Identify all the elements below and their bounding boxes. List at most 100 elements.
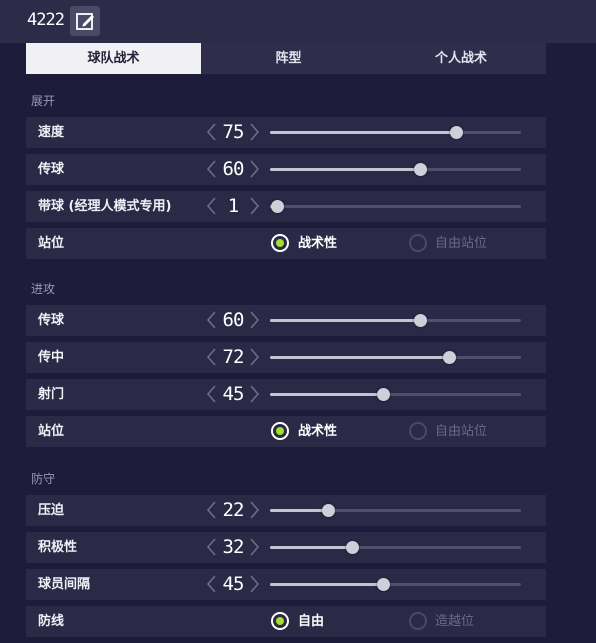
radio-offside-trap-label[interactable]: 造越位 bbox=[435, 606, 474, 637]
edit-icon bbox=[76, 13, 94, 30]
setting-label: 防线 bbox=[38, 614, 65, 629]
chevron-right-icon[interactable] bbox=[247, 498, 261, 522]
chevron-left-icon[interactable] bbox=[205, 308, 219, 332]
radio-free-position-label[interactable]: 自由站位 bbox=[435, 416, 487, 447]
setting-value: 1 bbox=[227, 195, 239, 217]
chevron-left-icon[interactable] bbox=[205, 345, 219, 369]
slider[interactable] bbox=[270, 126, 521, 139]
slider-fill bbox=[270, 356, 449, 359]
chevron-right-icon[interactable] bbox=[247, 535, 261, 559]
chevron-left-icon[interactable] bbox=[205, 498, 219, 522]
slider-thumb[interactable] bbox=[377, 578, 391, 591]
slider[interactable] bbox=[270, 504, 521, 517]
slider-thumb[interactable] bbox=[271, 200, 285, 213]
setting-row-shoot: 射门 45 bbox=[26, 379, 546, 410]
setting-row-pressure: 压迫 22 bbox=[26, 495, 546, 526]
slider-thumb[interactable] bbox=[442, 351, 456, 364]
slider-fill bbox=[270, 509, 329, 512]
edit-button[interactable] bbox=[70, 6, 100, 36]
chevron-right-icon[interactable] bbox=[247, 157, 261, 181]
setting-label: 压迫 bbox=[38, 503, 65, 518]
slider-fill bbox=[270, 131, 456, 134]
slider[interactable] bbox=[270, 314, 521, 327]
slider-thumb[interactable] bbox=[413, 163, 427, 176]
chevron-left-icon[interactable] bbox=[205, 194, 219, 218]
slider-thumb[interactable] bbox=[346, 541, 360, 554]
setting-label: 射门 bbox=[38, 387, 65, 402]
section-title-attack: 进攻 bbox=[31, 282, 56, 296]
slider[interactable] bbox=[270, 388, 521, 401]
setting-value: 60 bbox=[222, 309, 245, 331]
setting-value: 75 bbox=[222, 121, 245, 143]
setting-label: 传球 bbox=[38, 162, 65, 177]
setting-row-speed: 速度 75 bbox=[26, 117, 546, 148]
tab-bar: 球队战术 阵型 个人战术 bbox=[26, 43, 546, 74]
setting-row-spacing: 球员间隔 45 bbox=[26, 569, 546, 600]
setting-label: 球员间隔 bbox=[38, 577, 91, 592]
section-title-unfold: 展开 bbox=[31, 94, 56, 108]
slider-fill bbox=[270, 393, 384, 396]
setting-row-attack-pass: 传球 60 bbox=[26, 305, 546, 336]
top-bar: 4222 bbox=[0, 0, 596, 43]
setting-label: 传中 bbox=[38, 350, 65, 365]
slider-fill bbox=[270, 168, 420, 171]
setting-row-pass: 传球 60 bbox=[26, 154, 546, 185]
setting-row-attack-position: 站位 战术性 自由站位 bbox=[26, 416, 546, 447]
setting-row-dribble: 带球 (经理人模式专用) 1 bbox=[26, 191, 546, 222]
setting-row-aggression: 积极性 32 bbox=[26, 532, 546, 563]
setting-row-defense-line: 防线 自由 造越位 bbox=[26, 606, 546, 637]
setting-value: 22 bbox=[222, 499, 245, 521]
chevron-right-icon[interactable] bbox=[247, 382, 261, 406]
slider[interactable] bbox=[270, 200, 521, 213]
setting-value: 32 bbox=[222, 536, 245, 558]
setting-value: 45 bbox=[222, 383, 245, 405]
tab-individual-tactics[interactable]: 个人战术 bbox=[376, 43, 546, 74]
slider[interactable] bbox=[270, 351, 521, 364]
slider[interactable] bbox=[270, 578, 521, 591]
slider-thumb[interactable] bbox=[377, 388, 391, 401]
chevron-right-icon[interactable] bbox=[247, 572, 261, 596]
slider-fill bbox=[270, 319, 420, 322]
slider-thumb[interactable] bbox=[449, 126, 463, 139]
section-title-defense: 防守 bbox=[31, 472, 56, 486]
setting-label: 站位 bbox=[38, 424, 65, 439]
setting-row-position: 站位 战术性 自由站位 bbox=[26, 228, 546, 259]
radio-tactical[interactable] bbox=[271, 422, 289, 440]
setting-label: 站位 bbox=[38, 236, 65, 251]
chevron-left-icon[interactable] bbox=[205, 572, 219, 596]
setting-label: 带球 (经理人模式专用) bbox=[38, 199, 172, 214]
tab-formation[interactable]: 阵型 bbox=[201, 43, 376, 74]
chevron-left-icon[interactable] bbox=[205, 535, 219, 559]
radio-free-label[interactable]: 自由 bbox=[298, 606, 324, 637]
setting-value: 60 bbox=[222, 158, 245, 180]
chevron-right-icon[interactable] bbox=[247, 345, 261, 369]
chevron-left-icon[interactable] bbox=[205, 157, 219, 181]
radio-tactical-label[interactable]: 战术性 bbox=[298, 416, 337, 447]
radio-tactical[interactable] bbox=[271, 234, 289, 252]
setting-label: 积极性 bbox=[38, 540, 78, 555]
slider-thumb[interactable] bbox=[413, 314, 427, 327]
setting-row-cross: 传中 72 bbox=[26, 342, 546, 373]
chevron-right-icon[interactable] bbox=[247, 120, 261, 144]
radio-free-position[interactable] bbox=[409, 234, 427, 252]
radio-free-position-label[interactable]: 自由站位 bbox=[435, 228, 487, 259]
setting-value: 72 bbox=[222, 346, 245, 368]
radio-offside-trap[interactable] bbox=[409, 612, 427, 630]
slider-fill bbox=[270, 583, 384, 586]
radio-free-position[interactable] bbox=[409, 422, 427, 440]
slider-thumb[interactable] bbox=[322, 504, 336, 517]
slider[interactable] bbox=[270, 163, 521, 176]
chevron-right-icon[interactable] bbox=[247, 308, 261, 332]
team-name: 4222 bbox=[27, 10, 65, 30]
radio-tactical-label[interactable]: 战术性 bbox=[298, 228, 337, 259]
setting-label: 速度 bbox=[38, 125, 65, 140]
tab-team-tactics[interactable]: 球队战术 bbox=[26, 43, 201, 74]
chevron-right-icon[interactable] bbox=[247, 194, 261, 218]
setting-value: 45 bbox=[222, 573, 245, 595]
slider[interactable] bbox=[270, 541, 521, 554]
radio-free[interactable] bbox=[271, 612, 289, 630]
setting-label: 传球 bbox=[38, 313, 65, 328]
chevron-left-icon[interactable] bbox=[205, 120, 219, 144]
chevron-left-icon[interactable] bbox=[205, 382, 219, 406]
slider-fill bbox=[270, 546, 353, 549]
